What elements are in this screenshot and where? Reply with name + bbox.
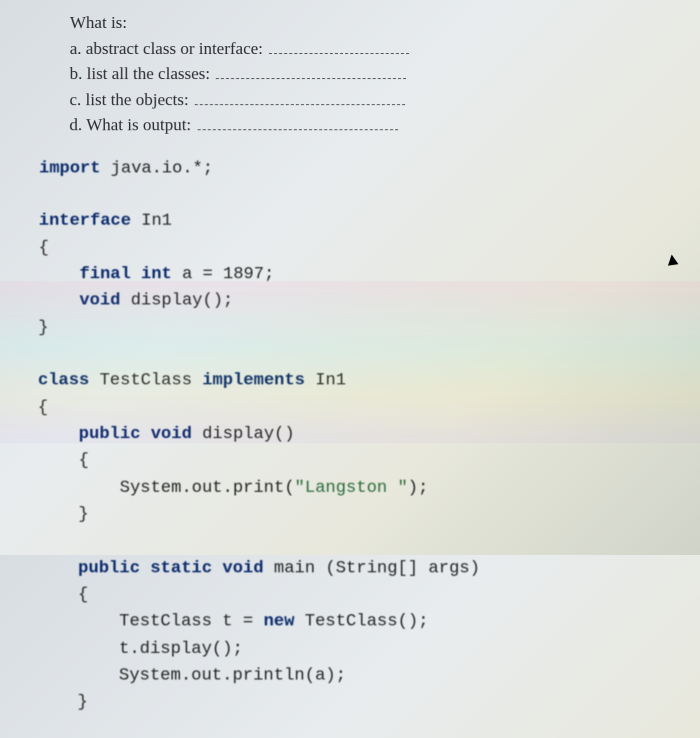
kw-public-static-void: public static void xyxy=(37,559,264,578)
code-brace: { xyxy=(37,586,89,605)
blank-c xyxy=(195,88,405,105)
kw-import: import xyxy=(39,159,100,178)
code-text: In1 xyxy=(305,371,346,390)
kw-final-int: final int xyxy=(38,265,171,284)
code-text: TestClass(); xyxy=(294,612,428,631)
code-text: java.io.*; xyxy=(100,159,213,178)
blank-d xyxy=(197,113,397,130)
kw-interface: interface xyxy=(39,212,131,231)
code-text: display(); xyxy=(120,292,233,311)
code-text: TestClass xyxy=(89,371,202,390)
code-brace: { xyxy=(37,452,89,471)
question-a-text: a. abstract class or interface: xyxy=(70,39,263,58)
code-text: t.display(); xyxy=(36,639,242,658)
code-text: System.out.print( xyxy=(37,478,294,497)
question-c-text: c. list the objects: xyxy=(69,90,188,109)
kw-public-void: public void xyxy=(38,425,192,444)
code-text: ); xyxy=(408,478,429,497)
blank-a xyxy=(269,37,409,54)
code-text: display() xyxy=(192,425,295,444)
blank-b xyxy=(216,62,406,79)
question-c: c. list the objects: xyxy=(69,87,660,113)
question-d: d. What is output: xyxy=(69,112,660,138)
question-a: a. abstract class or interface: xyxy=(70,36,661,62)
code-text: System.out.println(a); xyxy=(36,666,346,685)
question-heading: What is: xyxy=(70,10,660,36)
code-brace: } xyxy=(37,505,89,524)
code-brace: { xyxy=(38,398,48,417)
question-d-text: d. What is output: xyxy=(69,115,191,134)
kw-new: new xyxy=(263,612,294,631)
string-literal: "Langston " xyxy=(295,478,408,497)
mouse-cursor-icon: ▲ xyxy=(662,248,683,271)
question-b-text: b. list all the classes: xyxy=(70,64,210,83)
question-b: b. list all the classes: xyxy=(70,61,661,87)
question-block: What is: a. abstract class or interface:… xyxy=(69,10,660,138)
code-text: In1 xyxy=(131,212,172,231)
code-text: main (String[] args) xyxy=(264,559,480,578)
kw-class: class xyxy=(38,371,89,390)
code-brace: { xyxy=(39,238,49,257)
kw-void: void xyxy=(38,292,120,311)
code-text: a = 1897; xyxy=(172,265,275,284)
code-block: import java.io.*; interface In1 { final … xyxy=(36,156,664,717)
code-text: TestClass t = xyxy=(37,612,264,631)
worksheet-page: What is: a. abstract class or interface:… xyxy=(0,0,700,738)
kw-implements: implements xyxy=(202,371,305,390)
code-brace: } xyxy=(36,693,88,712)
code-brace: } xyxy=(38,318,48,337)
